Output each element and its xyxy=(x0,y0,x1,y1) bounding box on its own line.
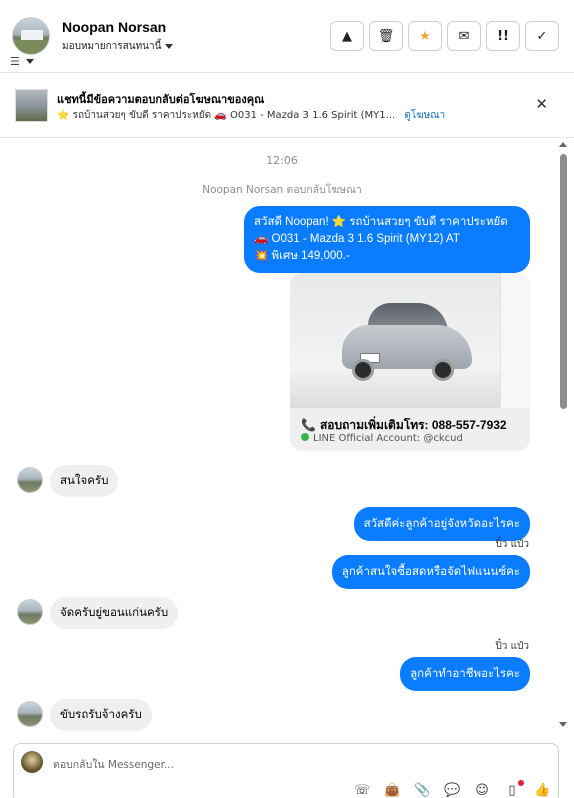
incoming-message[interactable]: ขับรถรับจ้างครับ xyxy=(50,699,152,731)
conversation-toolbar: ▲ 🗑 ★ ✉ !! ✓ xyxy=(330,21,559,51)
ad-greeting-message[interactable]: สวัสดี Noopan! ⭐ รถบ้านสวยๆ ขับดี ราคาปร… xyxy=(244,206,530,273)
outgoing-message[interactable]: สวัสดีค่ะลูกค้าอยู่จังหวัดอะไรคะ xyxy=(353,507,530,541)
greeting-line-3: 💥 พิเศษ 149,000.- xyxy=(254,250,350,262)
composer-actions: ☏ 👜 📎 💬 ☺ ▯ 👍 xyxy=(354,780,550,798)
card-phone-text: สอบถามเพิ่มเติมโทร: 088-557-7932 xyxy=(319,418,507,432)
scroll-up-arrow[interactable] xyxy=(559,142,567,147)
mark-done-button[interactable]: ✓ xyxy=(525,21,559,51)
ad-reply-banner: แชทนี้มีข้อความตอบกลับต่อโฆษณาของคุณ ⭐ ร… xyxy=(0,73,574,138)
call-icon[interactable]: ☏ xyxy=(354,783,370,798)
star-icon: ★ xyxy=(419,28,431,44)
ad-banner-subtitle: ⭐ รถบ้านสวยๆ ขับดี ราคาประหยัด 🚗 O031 - … xyxy=(57,108,445,123)
reply-input[interactable]: ตอบกลับใน Messenger... xyxy=(53,756,174,773)
outgoing-message[interactable]: ลูกค้าทำอาชีพอะไรคะ xyxy=(400,657,530,691)
message-timestamp: 12:06 xyxy=(266,154,298,167)
emoji-icon[interactable]: ☺ xyxy=(474,783,490,798)
scrollbar-thumb[interactable] xyxy=(560,154,567,409)
car-photo[interactable] xyxy=(290,273,530,408)
phone-icon: 📞 xyxy=(301,418,316,432)
alert-icon: !! xyxy=(497,28,509,44)
delete-button[interactable]: 🗑 xyxy=(369,21,403,51)
follow-up-button[interactable]: !! xyxy=(486,21,520,51)
avatar xyxy=(17,467,43,493)
close-icon[interactable]: ✕ xyxy=(535,95,548,113)
green-dot-icon xyxy=(301,433,309,441)
card-line-account-text: LINE Official Account: @ckcud xyxy=(313,433,463,444)
notification-dot xyxy=(518,780,524,786)
greeting-line-2: 🚗 O031 - Mazda 3 1.6 Spirit (MY12) AT xyxy=(254,233,460,245)
saved-reply-icon[interactable]: 💬 xyxy=(444,783,460,798)
mark-spam-button[interactable]: ▲ xyxy=(330,21,364,51)
message-composer: ตอบกลับใน Messenger... ☏ 👜 📎 💬 ☺ ▯ 👍 xyxy=(13,743,559,798)
thumbs-up-icon[interactable]: 👍 xyxy=(534,783,550,798)
avatar xyxy=(17,599,43,625)
incoming-message[interactable]: จัดครับยู่ขอนแก่นครับ xyxy=(50,597,179,629)
mail-open-icon: ✉ xyxy=(458,28,470,44)
warning-icon: ▲ xyxy=(342,28,352,44)
ad-thumbnail xyxy=(15,89,48,122)
conversation-header: ☰ Noopan Norsan มอบหมายการสนทนานี้ ▲ 🗑 ★… xyxy=(0,0,574,73)
attachment-icon[interactable]: 📎 xyxy=(414,783,430,798)
view-ad-link[interactable]: ดูโฆษณา xyxy=(404,110,445,121)
system-note: Noopan Norsan ตอบกลับโฆษณา xyxy=(202,184,362,196)
chevron-down-icon xyxy=(25,59,34,64)
contact-avatar[interactable] xyxy=(12,17,50,55)
tag-icon[interactable]: ▯ xyxy=(504,780,524,798)
assign-conversation-dropdown[interactable]: มอบหมายการสนทนานี้ xyxy=(62,39,174,54)
shopping-bag-icon[interactable]: 👜 xyxy=(384,783,400,798)
assign-label: มอบหมายการสนทนานี้ xyxy=(62,41,162,52)
trash-icon: 🗑 xyxy=(377,28,395,44)
sliders-icon: ☰ xyxy=(10,55,20,68)
filter-menu-button[interactable]: ☰ xyxy=(10,55,34,68)
seen-by-label: ปิ๋ว แป๋ว xyxy=(495,539,529,550)
scroll-down-arrow[interactable] xyxy=(559,722,567,727)
check-icon: ✓ xyxy=(536,28,548,44)
seen-by-label: ปิ๋ว แป๋ว xyxy=(495,641,529,652)
mark-unread-button[interactable]: ✉ xyxy=(447,21,481,51)
contact-name[interactable]: Noopan Norsan xyxy=(62,19,166,35)
card-line-account: LINE Official Account: @ckcud xyxy=(301,433,463,444)
star-button[interactable]: ★ xyxy=(408,21,442,51)
incoming-message[interactable]: สนใจครับ xyxy=(50,465,119,497)
outgoing-message[interactable]: ลูกค้าสนใจซื้อสดหรือจัดไฟแนนซ์คะ xyxy=(331,555,530,589)
ad-banner-title: แชทนี้มีข้อความตอบกลับต่อโฆษณาของคุณ xyxy=(57,94,265,106)
ad-image-card[interactable]: 📞 สอบถามเพิ่มเติมโทร: 088-557-7932 LINE O… xyxy=(290,273,530,451)
avatar xyxy=(17,701,43,727)
page-avatar xyxy=(21,751,43,773)
greeting-line-1: สวัสดี Noopan! ⭐ รถบ้านสวยๆ ขับดี ราคาปร… xyxy=(254,216,508,228)
ad-subtitle-text: ⭐ รถบ้านสวยๆ ขับดี ราคาประหยัด 🚗 O031 - … xyxy=(57,110,396,121)
chevron-down-icon xyxy=(165,44,174,49)
